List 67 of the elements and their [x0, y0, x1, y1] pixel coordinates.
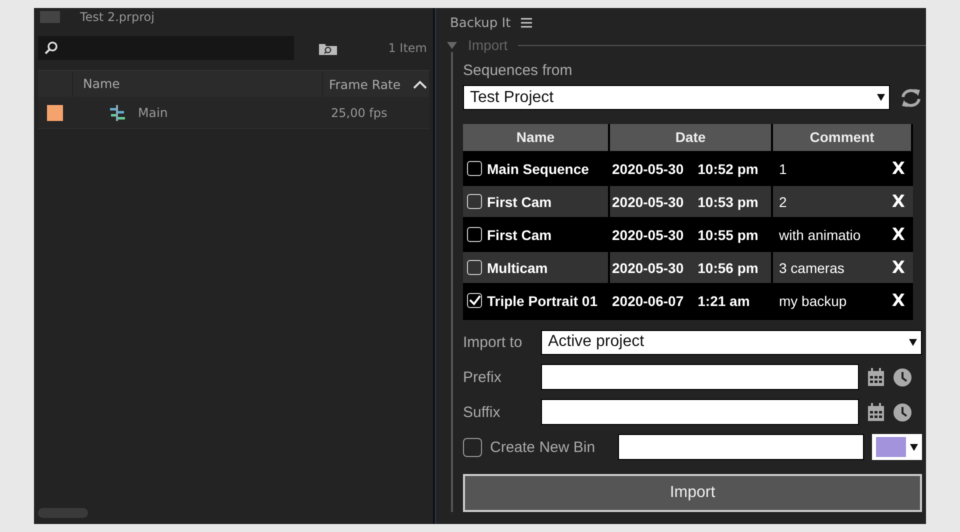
sequence-name: First Cam	[487, 226, 552, 242]
project-dropdown[interactable]: Test Project	[463, 85, 890, 110]
sequence-name: Triple Portrait 01	[487, 292, 598, 308]
date-text: 2020-05-30	[612, 160, 684, 176]
column-header[interactable]: Frame Rate	[329, 76, 401, 92]
sequence-name: Multicam	[487, 260, 548, 276]
checkbox[interactable]	[467, 293, 482, 308]
delete-button[interactable]: X	[884, 192, 913, 212]
column-header[interactable]: Date	[610, 124, 773, 151]
sequence-icon	[108, 104, 126, 120]
delete-button[interactable]: X	[884, 224, 913, 244]
expand-triangle-icon[interactable]	[446, 40, 458, 50]
delete-button[interactable]: X	[884, 158, 913, 178]
field-label: Suffix	[463, 404, 502, 420]
time-text: 10:53 pm	[698, 194, 758, 210]
dropdown-arrow-icon	[909, 338, 917, 346]
delete-button[interactable]: X	[884, 290, 913, 310]
field-label: Prefix	[463, 368, 502, 386]
color-picker[interactable]	[872, 434, 922, 460]
comment-text: 2	[779, 194, 787, 210]
search-icon	[44, 41, 58, 55]
checkbox[interactable]	[467, 161, 482, 176]
checkbox[interactable]	[463, 438, 482, 456]
comment-text: my backup	[779, 292, 847, 308]
search-field[interactable]	[38, 36, 294, 60]
comment-text: 1	[779, 160, 787, 176]
clock-icon[interactable]	[893, 368, 912, 386]
bin-name-field[interactable]	[618, 434, 864, 460]
delete-button[interactable]: X	[884, 258, 913, 278]
column-header[interactable]: Name	[463, 124, 610, 151]
dropdown-arrow-icon	[877, 94, 885, 101]
date-text: 2020-05-30	[612, 226, 684, 242]
date-text: 2020-05-30	[612, 194, 684, 210]
project-title[interactable]: Test 2.prproj	[80, 10, 154, 24]
checkbox[interactable]	[467, 260, 482, 275]
date-text: 2020-05-30	[612, 260, 684, 276]
time-text: 10:52 pm	[698, 160, 758, 176]
import-button[interactable]: Import	[463, 474, 922, 512]
sort-caret-icon[interactable]	[413, 80, 427, 88]
field-label: Sequences from	[463, 62, 574, 81]
panel-title[interactable]: Backup It	[450, 16, 511, 30]
time-text: 1:21 am	[698, 292, 750, 308]
clock-icon[interactable]	[893, 402, 912, 422]
time-text: 10:56 pm	[698, 260, 758, 276]
item-count: 1 Item	[388, 41, 427, 55]
date-text: 2020-06-07	[612, 292, 684, 308]
label-swatch[interactable]	[47, 104, 63, 120]
time-text: 10:55 pm	[698, 226, 758, 242]
column-header[interactable]: Comment	[773, 124, 913, 151]
checkbox-label[interactable]: Create New Bin	[490, 438, 610, 456]
frame-rate: 25,00 fps	[330, 106, 388, 120]
sequence-name: Main Sequence	[487, 160, 589, 176]
field-label: Import to	[463, 334, 524, 350]
menu-icon[interactable]	[520, 18, 532, 28]
checkbox[interactable]	[467, 227, 482, 242]
import-to-dropdown[interactable]: Active project	[541, 330, 922, 354]
text-field[interactable]	[541, 364, 859, 390]
comment-text: with animatio	[779, 226, 861, 242]
checkbox[interactable]	[467, 194, 482, 209]
comment-text: 3 cameras	[779, 260, 844, 276]
refresh-icon[interactable]	[900, 88, 922, 108]
sequence-name: First Cam	[487, 194, 552, 210]
sequence-name[interactable]: Main	[138, 105, 168, 120]
dropdown-arrow-icon	[910, 444, 918, 450]
calendar-icon[interactable]	[867, 368, 885, 386]
calendar-icon[interactable]	[867, 403, 885, 421]
text-field[interactable]	[541, 399, 859, 425]
